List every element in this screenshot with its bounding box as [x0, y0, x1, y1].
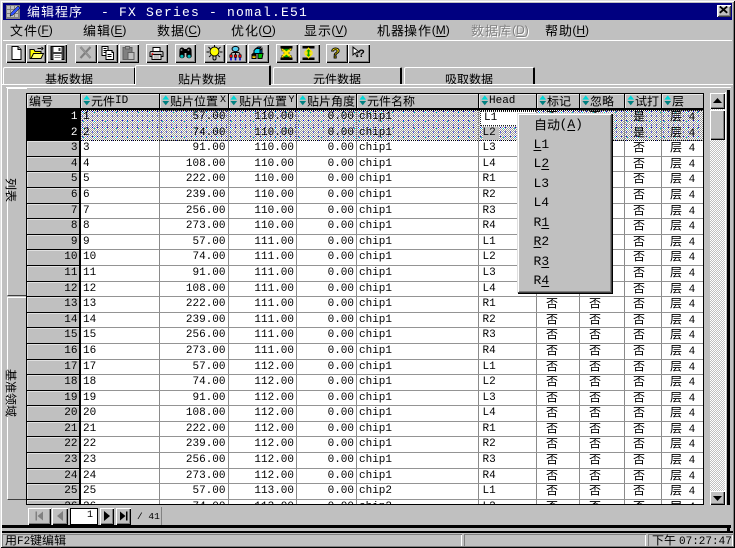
svg-text:?: ? [331, 45, 340, 61]
svg-text:?: ? [358, 48, 365, 60]
